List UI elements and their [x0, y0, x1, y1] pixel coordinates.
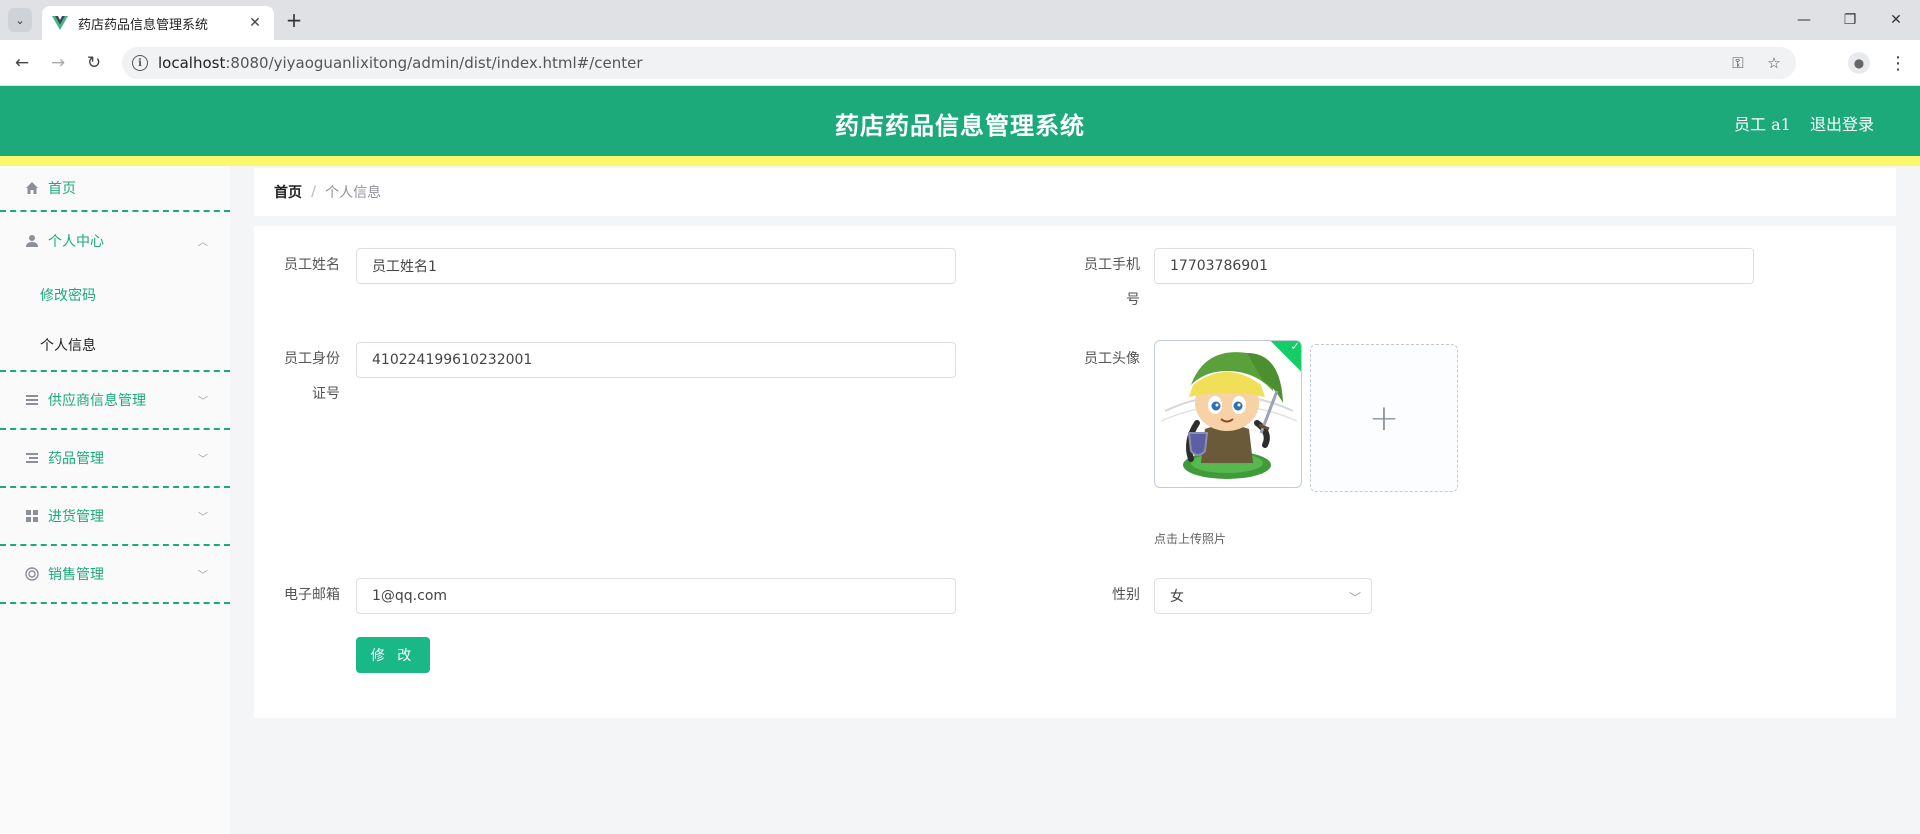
breadcrumb-separator: / [311, 184, 317, 200]
sidebar-item-drug[interactable]: 药品管理 ﹀ [0, 430, 230, 488]
avatar-upload-add-button[interactable]: + [1310, 344, 1458, 492]
check-icon: ✓ [1290, 340, 1300, 353]
browser-toolbar: ← → ↻ i localhost:8080/yiyaoguanlixitong… [0, 40, 1920, 86]
sidebar-item-label: 首页 [48, 181, 76, 197]
reload-icon[interactable]: ↻ [82, 51, 106, 75]
gender-label: 性别 [1112, 587, 1140, 603]
phone-label: 员工手机号 [1084, 257, 1140, 308]
restore-icon[interactable]: ❐ [1838, 8, 1862, 32]
tab-title: 药店药品信息管理系统 [78, 17, 209, 33]
sidebar-item-label: 个人中心 [48, 234, 104, 250]
breadcrumb-home[interactable]: 首页 [274, 182, 302, 202]
sidebar-item-sales[interactable]: 销售管理 ﹀ [0, 546, 230, 604]
vue-favicon-icon [52, 16, 68, 30]
logout-link[interactable]: 退出登录 [1810, 111, 1874, 135]
tab-close-icon[interactable]: ✕ [246, 15, 264, 31]
chevron-down-icon: ﹀ [198, 512, 208, 524]
phone-input[interactable]: 17703786901 [1154, 248, 1754, 284]
user-icon [24, 233, 40, 249]
avatar-label: 员工头像 [1084, 351, 1140, 367]
forward-arrow-icon[interactable]: → [46, 51, 70, 75]
submit-button[interactable]: 修 改 [356, 637, 430, 673]
sidebar: 首页 个人中心 ︿ 修改密码 个人信息 供应商信息管理 ﹀ 药品管理 ﹀ 进货管… [0, 166, 230, 834]
profile-avatar-icon[interactable]: ● [1848, 52, 1870, 74]
browser-tabbar: ⌄ 药店药品信息管理系统 ✕ + — ❐ ✕ [0, 0, 1920, 40]
sidebar-item-label: 供应商信息管理 [48, 393, 146, 409]
app-title: 药店药品信息管理系统 [835, 112, 1085, 140]
browser-menu-icon[interactable]: ⋮ [1886, 51, 1910, 75]
idcard-label: 员工身份 证号 [284, 351, 340, 402]
sidebar-item-personal-info[interactable]: 个人信息 [0, 320, 230, 370]
avatar-thumbnail[interactable]: ✓ [1154, 340, 1302, 488]
new-tab-button[interactable]: + [282, 8, 306, 32]
minimize-icon[interactable]: — [1792, 8, 1816, 32]
chevron-up-icon: ︿ [198, 237, 208, 249]
sidebar-group-personal: 个人中心 ︿ 修改密码 个人信息 [0, 212, 230, 372]
gender-select[interactable]: 女 ﹀ [1154, 578, 1372, 614]
home-icon [24, 180, 40, 196]
sidebar-item-home[interactable]: 首页 [0, 166, 230, 212]
breadcrumb-current: 个人信息 [325, 185, 382, 201]
browser-tab-active[interactable]: 药店药品信息管理系统 ✕ [42, 6, 274, 40]
breadcrumb: 首页 / 个人信息 [254, 168, 1896, 216]
upload-tip: 点击上传照片 [1154, 532, 1227, 546]
bookmark-star-icon[interactable]: ☆ [1762, 54, 1786, 72]
plus-icon: + [1368, 397, 1400, 439]
chevron-down-icon: ﹀ [198, 396, 208, 408]
lifebuoy-icon [24, 566, 40, 582]
sidebar-item-change-password[interactable]: 修改密码 [0, 270, 230, 320]
name-input[interactable]: 员工姓名1 [356, 248, 956, 284]
tab-search-button[interactable]: ⌄ [8, 8, 32, 32]
chevron-down-icon: ﹀ [1348, 591, 1361, 605]
sidebar-item-label: 药品管理 [48, 451, 104, 467]
name-label: 员工姓名 [284, 257, 340, 273]
avatar-image [1160, 352, 1298, 479]
password-key-icon[interactable]: ⚿ [1726, 54, 1750, 72]
list-icon [24, 392, 40, 408]
sidebar-item-supplier[interactable]: 供应商信息管理 ﹀ [0, 372, 230, 430]
current-user: 员工 a1 [1734, 115, 1791, 134]
list-indent-icon [24, 450, 40, 466]
email-input[interactable]: 1@qq.com [356, 578, 956, 614]
chevron-down-icon: ﹀ [198, 454, 208, 466]
sidebar-item-label: 销售管理 [48, 567, 104, 583]
header-stripe [0, 156, 1920, 166]
chevron-down-icon: ﹀ [198, 570, 208, 582]
address-bar[interactable]: i localhost:8080/yiyaoguanlixitong/admin… [122, 47, 1796, 79]
window-close-icon[interactable]: ✕ [1884, 8, 1908, 32]
sidebar-item-purchase[interactable]: 进货管理 ﹀ [0, 488, 230, 546]
gender-selected-value: 女 [1170, 589, 1184, 605]
sidebar-item-label: 进货管理 [48, 509, 104, 525]
grid-icon [24, 508, 40, 524]
url-text[interactable]: localhost:8080/yiyaoguanlixitong/admin/d… [158, 54, 1714, 72]
site-info-icon[interactable]: i [132, 55, 148, 71]
idcard-input[interactable]: 410224199610232001 [356, 342, 956, 378]
sidebar-item-personal-center[interactable]: 个人中心 ︿ [0, 212, 230, 270]
app-header: 药店药品信息管理系统 员工 a1 退出登录 [0, 86, 1920, 156]
profile-form: 员工姓名 员工姓名1 员工手机号 17703786901 员工身份 证号 4102… [254, 226, 1896, 718]
email-label: 电子邮箱 [284, 587, 340, 603]
back-arrow-icon[interactable]: ← [10, 51, 34, 75]
